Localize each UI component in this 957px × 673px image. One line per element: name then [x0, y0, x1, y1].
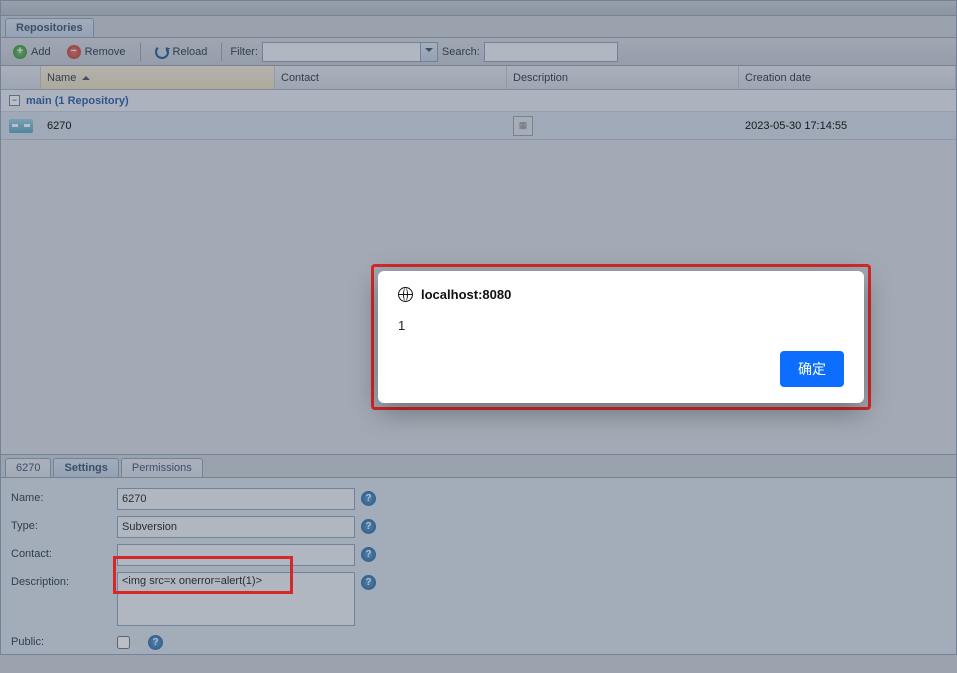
sort-asc-icon — [82, 72, 90, 80]
help-icon[interactable]: ? — [361, 491, 376, 506]
remove-label: Remove — [85, 46, 126, 58]
group-label: main (1 Repository) — [26, 95, 129, 107]
globe-icon — [398, 287, 413, 302]
js-alert-dialog: localhost:8080 1 确定 — [378, 271, 864, 403]
filter-label: Filter: — [230, 46, 258, 58]
type-field[interactable] — [117, 516, 355, 538]
col-name[interactable]: Name — [41, 66, 275, 89]
group-row-main[interactable]: − main (1 Repository) — [1, 90, 956, 112]
alert-message: 1 — [398, 318, 844, 333]
toolbar-separator — [140, 43, 141, 61]
grid-header: Name Contact Description Creation date — [1, 66, 956, 90]
window-header — [1, 1, 956, 16]
cell-name: 6270 — [41, 112, 275, 139]
cell-creation: 2023-05-30 17:14:55 — [739, 112, 956, 139]
remove-button[interactable]: − Remove — [61, 43, 132, 61]
type-label: Type: — [11, 516, 117, 532]
add-button[interactable]: + Add — [7, 43, 57, 61]
col-contact[interactable]: Contact — [275, 66, 507, 89]
reload-button[interactable]: Reload — [149, 43, 214, 61]
col-expand — [1, 66, 41, 89]
alert-ok-button[interactable]: 确定 — [780, 351, 844, 387]
chevron-down-icon — [420, 43, 437, 61]
tab-repo-id[interactable]: 6270 — [5, 458, 51, 477]
description-label: Description: — [11, 572, 117, 588]
subversion-icon — [9, 119, 33, 133]
name-field[interactable] — [117, 488, 355, 510]
reload-icon — [155, 45, 169, 59]
search-label: Search: — [442, 46, 480, 58]
details-panel: 6270 Settings Permissions Name: ? Type: … — [0, 455, 957, 655]
help-icon[interactable]: ? — [148, 635, 163, 650]
cell-description: ▦ — [507, 112, 739, 139]
help-icon[interactable]: ? — [361, 547, 376, 562]
public-label: Public: — [11, 632, 117, 648]
public-checkbox[interactable] — [117, 636, 130, 649]
col-name-label: Name — [47, 72, 76, 84]
plus-icon: + — [13, 45, 27, 59]
details-tabs: 6270 Settings Permissions — [1, 455, 956, 478]
repo-type-icon-cell — [1, 112, 41, 139]
filter-combo[interactable] — [262, 42, 438, 62]
tab-repositories[interactable]: Repositories — [5, 18, 94, 37]
collapse-icon[interactable]: − — [9, 95, 20, 106]
alert-origin: localhost:8080 — [421, 287, 511, 302]
toolbar: + Add − Remove Reload Filter: Search: — [1, 38, 956, 66]
help-icon[interactable]: ? — [361, 519, 376, 534]
minus-icon: − — [67, 45, 81, 59]
description-field[interactable] — [117, 572, 355, 626]
table-row[interactable]: 6270 ▦ 2023-05-30 17:14:55 — [1, 112, 956, 140]
name-label: Name: — [11, 488, 117, 504]
tab-settings[interactable]: Settings — [53, 458, 118, 477]
add-label: Add — [31, 46, 51, 58]
toolbar-separator — [221, 43, 222, 61]
highlight-alert: localhost:8080 1 确定 — [371, 264, 871, 410]
contact-label: Contact: — [11, 544, 117, 560]
main-tabs: Repositories — [1, 16, 956, 38]
broken-image-icon: ▦ — [513, 116, 533, 136]
search-input[interactable] — [484, 42, 618, 62]
col-description[interactable]: Description — [507, 66, 739, 89]
settings-form: Name: ? Type: ? Contact: ? Description: … — [1, 478, 956, 654]
col-creation[interactable]: Creation date — [739, 66, 956, 89]
reload-label: Reload — [173, 46, 208, 58]
contact-field[interactable] — [117, 544, 355, 566]
tab-permissions[interactable]: Permissions — [121, 458, 203, 477]
cell-contact — [275, 112, 507, 139]
help-icon[interactable]: ? — [361, 575, 376, 590]
